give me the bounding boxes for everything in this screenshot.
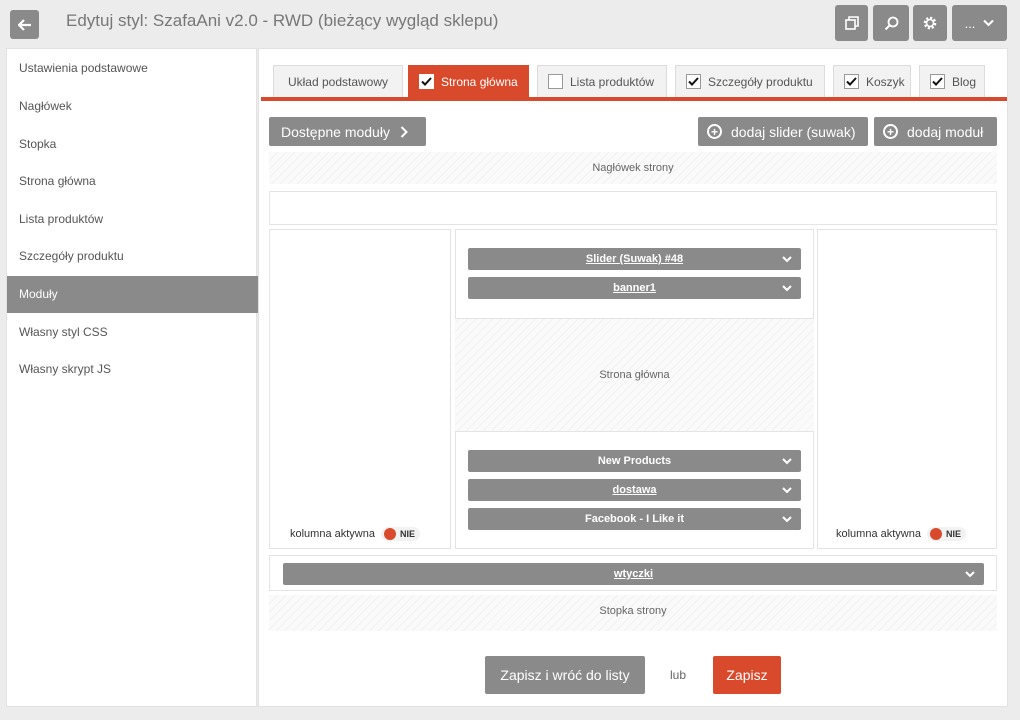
status-dot	[930, 528, 942, 540]
check-icon	[846, 77, 857, 86]
footer-module-area: wtyczki	[269, 555, 997, 591]
add-module-button[interactable]: + dodaj moduł	[874, 117, 997, 146]
main-panel: Układ podstawowy Strona główna Lista pro…	[258, 48, 1008, 707]
module-label[interactable]: banner1	[613, 282, 656, 294]
module-dostawa[interactable]: dostawa	[468, 479, 801, 501]
add-slider-label: dodaj slider (suwak)	[731, 123, 856, 140]
module-facebook[interactable]: Facebook - I Like it	[468, 508, 801, 530]
module-banner1[interactable]: banner1	[468, 277, 801, 299]
tab-blog[interactable]: Blog	[919, 65, 985, 97]
gear-icon	[923, 16, 937, 30]
chevron-down-icon[interactable]	[781, 281, 793, 295]
header-zone: Nagłówek strony	[269, 152, 997, 184]
left-column: kolumna aktywna NIE	[269, 229, 451, 549]
chevron-down-icon[interactable]	[781, 454, 793, 468]
sidebar-item-header[interactable]: Nagłówek	[7, 88, 258, 125]
chevron-down-icon[interactable]	[781, 252, 793, 266]
tab-cart[interactable]: Koszyk	[833, 65, 911, 97]
sidebar-item-custom-js[interactable]: Własny skrypt JS	[7, 351, 258, 388]
check-icon	[932, 77, 943, 86]
sidebar-item-basic-settings[interactable]: Ustawienia podstawowe	[7, 50, 258, 87]
plus-circle-icon: +	[883, 124, 898, 139]
chevron-down-icon[interactable]	[781, 512, 793, 526]
module-label[interactable]: wtyczki	[614, 568, 653, 580]
plus-circle-icon: +	[707, 124, 722, 139]
checkbox-blog[interactable]	[930, 74, 945, 89]
sidebar-item-custom-css[interactable]: Własny styl CSS	[7, 314, 258, 351]
tab-label: Blog	[952, 74, 977, 89]
page-title: Edytuj styl: SzafaAni v2.0 - RWD (bieżąc…	[66, 11, 499, 30]
column-active-label: kolumna aktywna	[290, 528, 375, 540]
home-page-zone-label: Strona główna	[599, 369, 670, 381]
right-column-active-toggle[interactable]: kolumna aktywna NIE	[836, 527, 967, 541]
footer-zone-label: Stopka strony	[599, 605, 667, 617]
available-modules-label: Dostępne moduły	[281, 123, 390, 140]
status-label: NIE	[946, 529, 962, 539]
status-badge[interactable]: NIE	[927, 527, 967, 541]
tab-product-details[interactable]: Szczegóły produktu	[675, 65, 825, 97]
module-label: Facebook - I Like it	[584, 513, 685, 525]
header-zone-label: Nagłówek strony	[592, 162, 674, 174]
sidebar-item-home-page[interactable]: Strona główna	[7, 163, 258, 200]
more-label: ...	[964, 15, 976, 31]
copy-button[interactable]	[835, 5, 868, 41]
save-and-back-button[interactable]: Zapisz i wróć do listy	[485, 656, 645, 694]
checkbox-home-page[interactable]	[419, 74, 434, 89]
module-label[interactable]: Slider (Suwak) #48	[586, 253, 683, 265]
checkbox-product-list[interactable]	[548, 74, 563, 89]
add-module-label: dodaj moduł	[907, 123, 984, 140]
sidebar-item-product-list[interactable]: Lista produktów	[7, 201, 258, 238]
module-wtyczki[interactable]: wtyczki	[283, 563, 984, 585]
settings-button[interactable]	[913, 5, 947, 41]
tab-home-page[interactable]: Strona główna	[408, 65, 529, 97]
right-column: kolumna aktywna NIE	[817, 229, 997, 549]
tab-label: Układ podstawowy	[287, 74, 389, 89]
chevron-right-icon	[400, 125, 408, 138]
available-modules-button[interactable]: Dostępne moduły	[269, 117, 426, 146]
status-badge[interactable]: NIE	[381, 527, 421, 541]
tab-label: Lista produktów	[570, 74, 655, 89]
module-label[interactable]: dostawa	[612, 484, 656, 496]
sidebar-item-product-details[interactable]: Szczegóły produktu	[7, 238, 258, 275]
column-active-label: kolumna aktywna	[836, 528, 921, 540]
tab-label: Koszyk	[866, 74, 905, 89]
back-arrow-icon	[17, 18, 31, 31]
checkbox-cart[interactable]	[844, 74, 859, 89]
module-slider-48[interactable]: Slider (Suwak) #48	[468, 248, 801, 270]
tab-label: Strona główna	[441, 74, 518, 89]
chevron-down-icon[interactable]	[781, 483, 793, 497]
or-label: lub	[670, 668, 687, 682]
tab-underline	[261, 97, 1007, 101]
chevron-down-icon	[983, 19, 995, 27]
header-module-area	[269, 191, 997, 225]
tab-product-list[interactable]: Lista produktów	[537, 65, 667, 97]
module-label: New Products	[597, 455, 672, 467]
module-new-products[interactable]: New Products	[468, 450, 801, 472]
search-button[interactable]	[873, 5, 909, 41]
save-button[interactable]: Zapisz	[713, 656, 781, 694]
copy-icon	[844, 16, 859, 30]
checkbox-product-details[interactable]	[686, 74, 701, 89]
status-label: NIE	[400, 529, 416, 539]
back-button[interactable]	[10, 10, 39, 39]
tab-basic-layout[interactable]: Układ podstawowy	[273, 65, 403, 97]
sidebar: Ustawienia podstawowe Nagłówek Stopka St…	[6, 48, 258, 707]
status-dot	[384, 528, 396, 540]
home-top-modules: Slider (Suwak) #48 banner1	[455, 229, 814, 319]
search-icon	[884, 16, 898, 30]
footer-zone: Stopka strony	[269, 595, 997, 631]
more-menu-button[interactable]: ...	[952, 5, 1007, 41]
check-icon	[421, 77, 432, 86]
check-icon	[688, 77, 699, 86]
add-slider-button[interactable]: + dodaj slider (suwak)	[698, 117, 868, 146]
chevron-down-icon[interactable]	[964, 567, 976, 581]
sidebar-item-footer[interactable]: Stopka	[7, 126, 258, 163]
home-bottom-modules: New Products dostawa Facebook - I Like i…	[455, 431, 814, 549]
sidebar-item-modules[interactable]: Moduły	[7, 276, 258, 313]
left-column-active-toggle[interactable]: kolumna aktywna NIE	[290, 527, 421, 541]
tab-label: Szczegóły produktu	[708, 74, 813, 89]
